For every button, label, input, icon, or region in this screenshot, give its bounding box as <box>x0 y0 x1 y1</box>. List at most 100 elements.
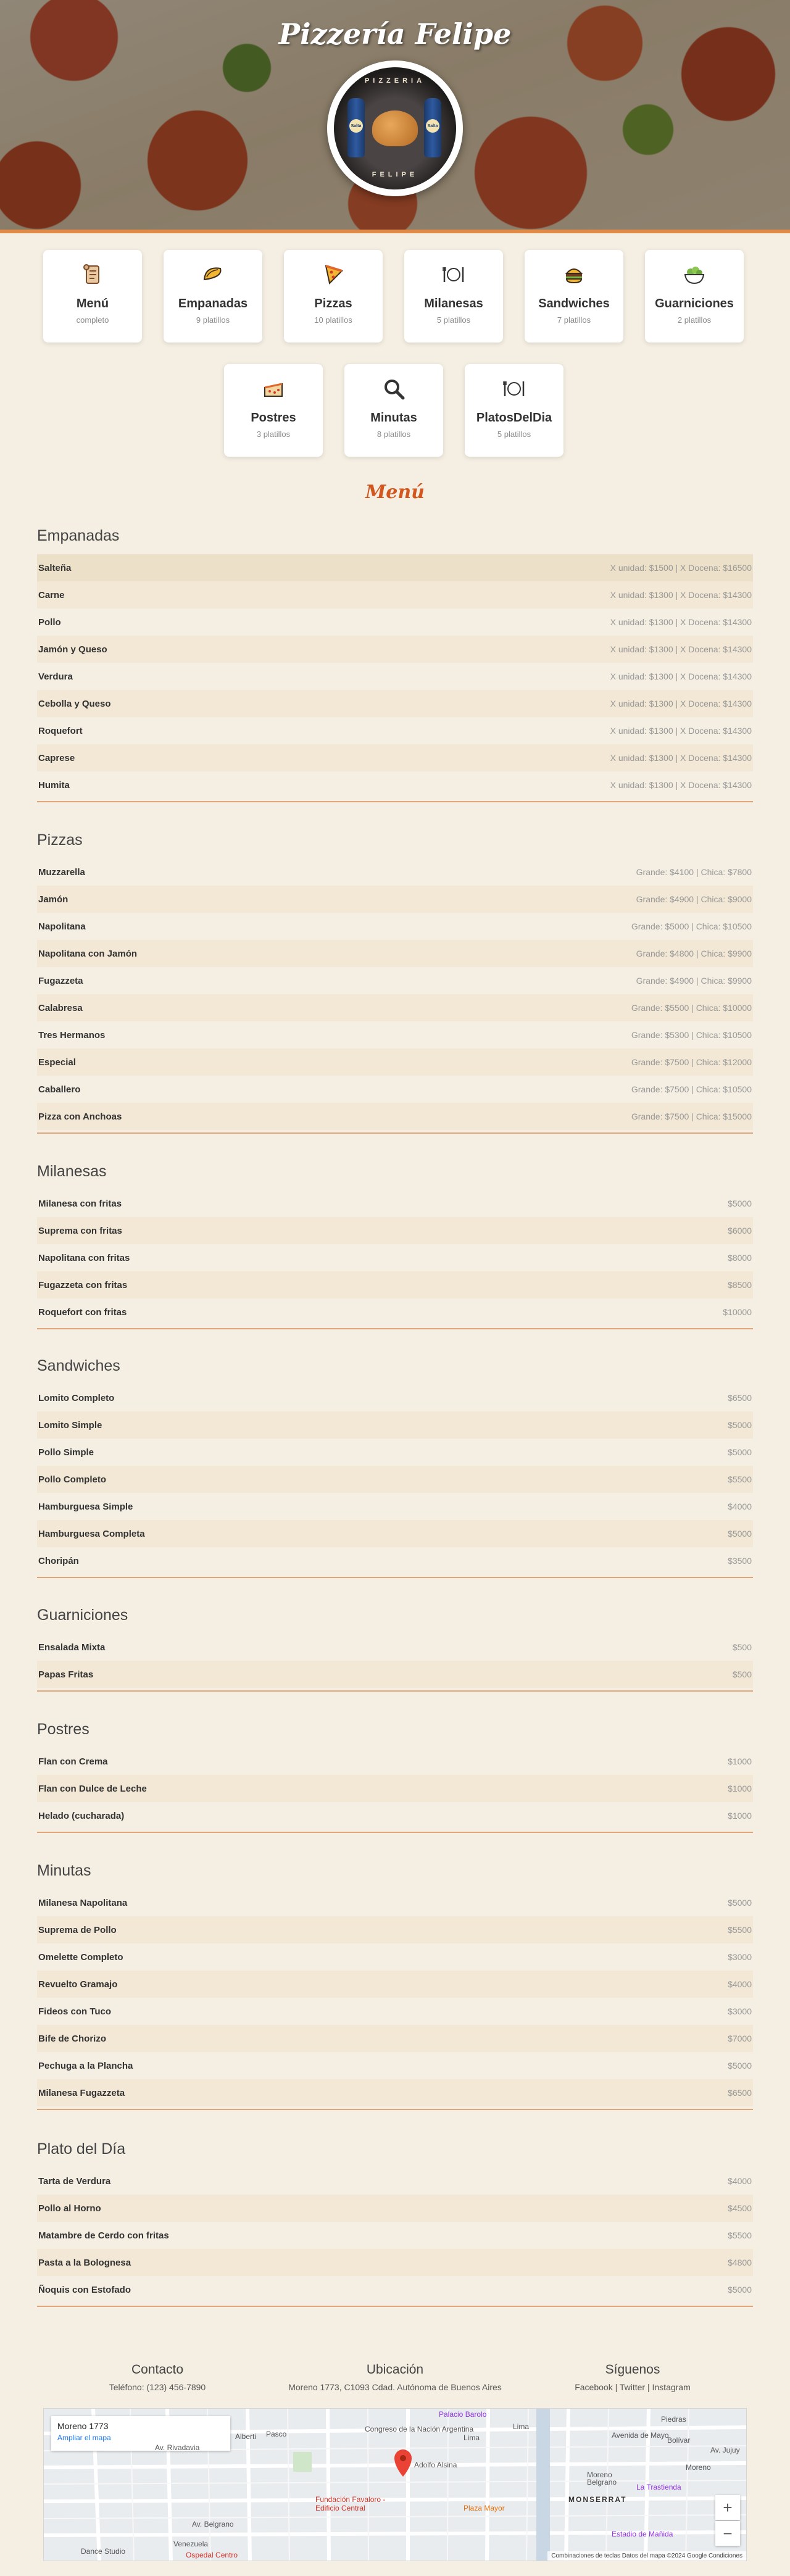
menu-item-price: Grande: $5300 | Chica: $10500 <box>631 1030 752 1040</box>
menu-item-name: Calabresa <box>38 1002 83 1013</box>
menu-heading: Menú <box>365 481 425 503</box>
category-card-postres[interactable]: Postres 3 platillos <box>224 364 323 457</box>
menu-item: Hamburguesa Completa $5000 <box>37 1520 753 1547</box>
map-label: Fundación Favaloro - Edificio Central <box>315 2495 386 2512</box>
menu-item-name: Roquefort con fritas <box>38 1307 127 1318</box>
category-name: PlatosDelDia <box>476 411 552 425</box>
menu-item-price: $5500 <box>728 2230 752 2240</box>
social-links[interactable]: Facebook | Twitter | Instagram <box>522 2382 744 2392</box>
menu-item-price: $4800 <box>728 2258 752 2267</box>
menu-item: Fugazzeta con fritas $8500 <box>37 1271 753 1298</box>
menu-item: Pollo al Horno $4500 <box>37 2195 753 2222</box>
map-label: Av. Belgrano <box>192 2520 234 2528</box>
menu-item-price: $5000 <box>728 1447 752 1457</box>
menu-item: Especial Grande: $7500 | Chica: $12000 <box>37 1049 753 1076</box>
category-card-menú[interactable]: Menú completo <box>43 250 142 343</box>
menu-item-name: Pizza con Anchoas <box>38 1111 122 1122</box>
map-enlarge-link[interactable]: Ampliar el mapa <box>57 2433 224 2442</box>
map-label: Dance Studio <box>81 2547 126 2556</box>
menu-item: Napolitana con Jamón Grande: $4800 | Chic… <box>37 940 753 967</box>
menu-item-name: Cebolla y Queso <box>38 698 111 709</box>
menu-item-name: Pechuga a la Plancha <box>38 2060 133 2071</box>
menu-item-name: Roquefort <box>38 725 83 736</box>
menu-item: Revuelto Gramajo $4000 <box>37 1971 753 1998</box>
menu-item-name: Choripán <box>38 1555 79 1566</box>
menu-item-price: $3000 <box>728 1952 752 1962</box>
menu-item-name: Milanesa Fugazzeta <box>38 2087 125 2098</box>
section-divider <box>37 1328 753 1329</box>
category-count: 9 platillos <box>196 315 230 325</box>
category-name: Guarniciones <box>655 297 734 310</box>
menu-item: Flan con Crema $1000 <box>37 1748 753 1775</box>
category-name: Empanadas <box>178 297 248 310</box>
category-card-empanadas[interactable]: Empanadas 9 platillos <box>164 250 262 343</box>
map-label: La Trastienda <box>636 2483 681 2491</box>
map-label: Venezuela <box>173 2540 209 2548</box>
menu-item-name: Napolitana <box>38 921 86 932</box>
category-name: Minutas <box>370 411 417 425</box>
menu-section-6: Minutas Milanesa Napolitana $5000 Suprema d… <box>37 1859 753 2110</box>
section-divider <box>37 1132 753 1134</box>
menu-item-name: Hamburguesa Simple <box>38 1501 133 1512</box>
map-label: Adolfo Alsina <box>414 2461 457 2469</box>
map-zoom-in-button[interactable]: + <box>715 2495 740 2520</box>
menu-item-price: $4500 <box>728 2203 752 2213</box>
section-title: Empanadas <box>37 527 120 544</box>
category-card-pizzas[interactable]: Pizzas 10 platillos <box>284 250 383 343</box>
footer-location: Ubicación Moreno 1773, C1093 Cdad. Autón… <box>284 2362 506 2392</box>
menu-item-name: Caprese <box>38 752 75 763</box>
menu-item: Milanesa Fugazzeta $6500 <box>37 2079 753 2106</box>
map-label: Lima <box>513 2422 530 2431</box>
menu-item: Papas Fritas $500 <box>37 1661 753 1688</box>
menu-item-name: Omelette Completo <box>38 1951 123 1963</box>
menu-item-price: Grande: $4900 | Chica: $9000 <box>636 894 752 904</box>
map-zoom-out-button[interactable]: − <box>715 2521 740 2546</box>
menu-item-name: Caballero <box>38 1084 81 1095</box>
menu-section-0: Empanadas Salteña X unidad: $1500 | X Doce… <box>37 525 753 802</box>
menu-item-price: X unidad: $1300 | X Docena: $14300 <box>610 726 752 736</box>
menu-item-name: Muzzarella <box>38 866 85 878</box>
category-card-platosdeldia[interactable]: PlatosDelDia 5 platillos <box>465 364 563 457</box>
menu-item-name: Revuelto Gramajo <box>38 1979 118 1990</box>
menu-section-3: Sandwiches Lomito Completo $6500 Lomito Sim… <box>37 1355 753 1578</box>
menu-item-price: $6500 <box>728 1393 752 1403</box>
map-place-card: Moreno 1773 Ampliar el mapa <box>51 2416 230 2451</box>
bottle-icon: Salta <box>347 98 365 157</box>
section-title: Guarniciones <box>37 1606 128 1624</box>
menu-item: Napolitana con fritas $8000 <box>37 1244 753 1271</box>
menu-item-name: Fugazzeta <box>38 975 83 986</box>
menu-item: Cebolla y Queso X unidad: $1300 | X Docen… <box>37 690 753 717</box>
menu-item-price: $3500 <box>728 1556 752 1566</box>
menu-item-price: $5000 <box>728 1199 752 1208</box>
menu-item: Bife de Chorizo $7000 <box>37 2025 753 2052</box>
contact-phone: Teléfono: (123) 456-7890 <box>109 2382 206 2392</box>
menu-item: Pechuga a la Plancha $5000 <box>37 2052 753 2079</box>
section-title: Pizzas <box>37 831 83 849</box>
menu-item-price: X unidad: $1300 | X Docena: $14300 <box>610 699 752 708</box>
location-address: Moreno 1773, C1093 Cdad. Autónoma de Bue… <box>288 2382 502 2392</box>
menu-item-name: Pollo Completo <box>38 1474 106 1485</box>
section-divider <box>37 1577 753 1578</box>
menu-item-price: X unidad: $1300 | X Docena: $14300 <box>610 753 752 763</box>
google-map[interactable]: Moreno 1773 Ampliar el mapa Palacio Baro… <box>43 2408 747 2561</box>
menu-item: Jamón y Queso X unidad: $1300 | X Docena:… <box>37 636 753 663</box>
menu-item-name: Pasta a la Bolognesa <box>38 2257 131 2268</box>
menu-item-name: Pollo Simple <box>38 1447 94 1458</box>
menu-item-name: Matambre de Cerdo con fritas <box>38 2230 169 2241</box>
category-card-sandwiches[interactable]: Sandwiches 7 platillos <box>525 250 623 343</box>
map-label: Piedras <box>661 2415 686 2424</box>
salad-bowl-icon <box>681 261 708 288</box>
menu-item-name: Suprema con fritas <box>38 1225 122 1236</box>
category-card-milanesas[interactable]: Milanesas 5 platillos <box>404 250 503 343</box>
menu-item-name: Ñoquis con Estofado <box>38 2284 131 2295</box>
category-name: Postres <box>251 411 296 425</box>
menu-item-price: Grande: $4900 | Chica: $9900 <box>636 976 752 986</box>
menu-item-name: Flan con Crema <box>38 1756 108 1767</box>
category-card-guarniciones[interactable]: Guarniciones 2 platillos <box>645 250 744 343</box>
category-card-minutas[interactable]: Minutas 8 platillos <box>344 364 443 457</box>
menu-item-name: Tres Hermanos <box>38 1029 106 1041</box>
menu-item-name: Milanesa Napolitana <box>38 1897 128 1908</box>
menu-item-name: Lomito Simple <box>38 1419 102 1431</box>
menu-item-price: $5500 <box>728 1925 752 1935</box>
menu-item-price: $1000 <box>728 1784 752 1793</box>
